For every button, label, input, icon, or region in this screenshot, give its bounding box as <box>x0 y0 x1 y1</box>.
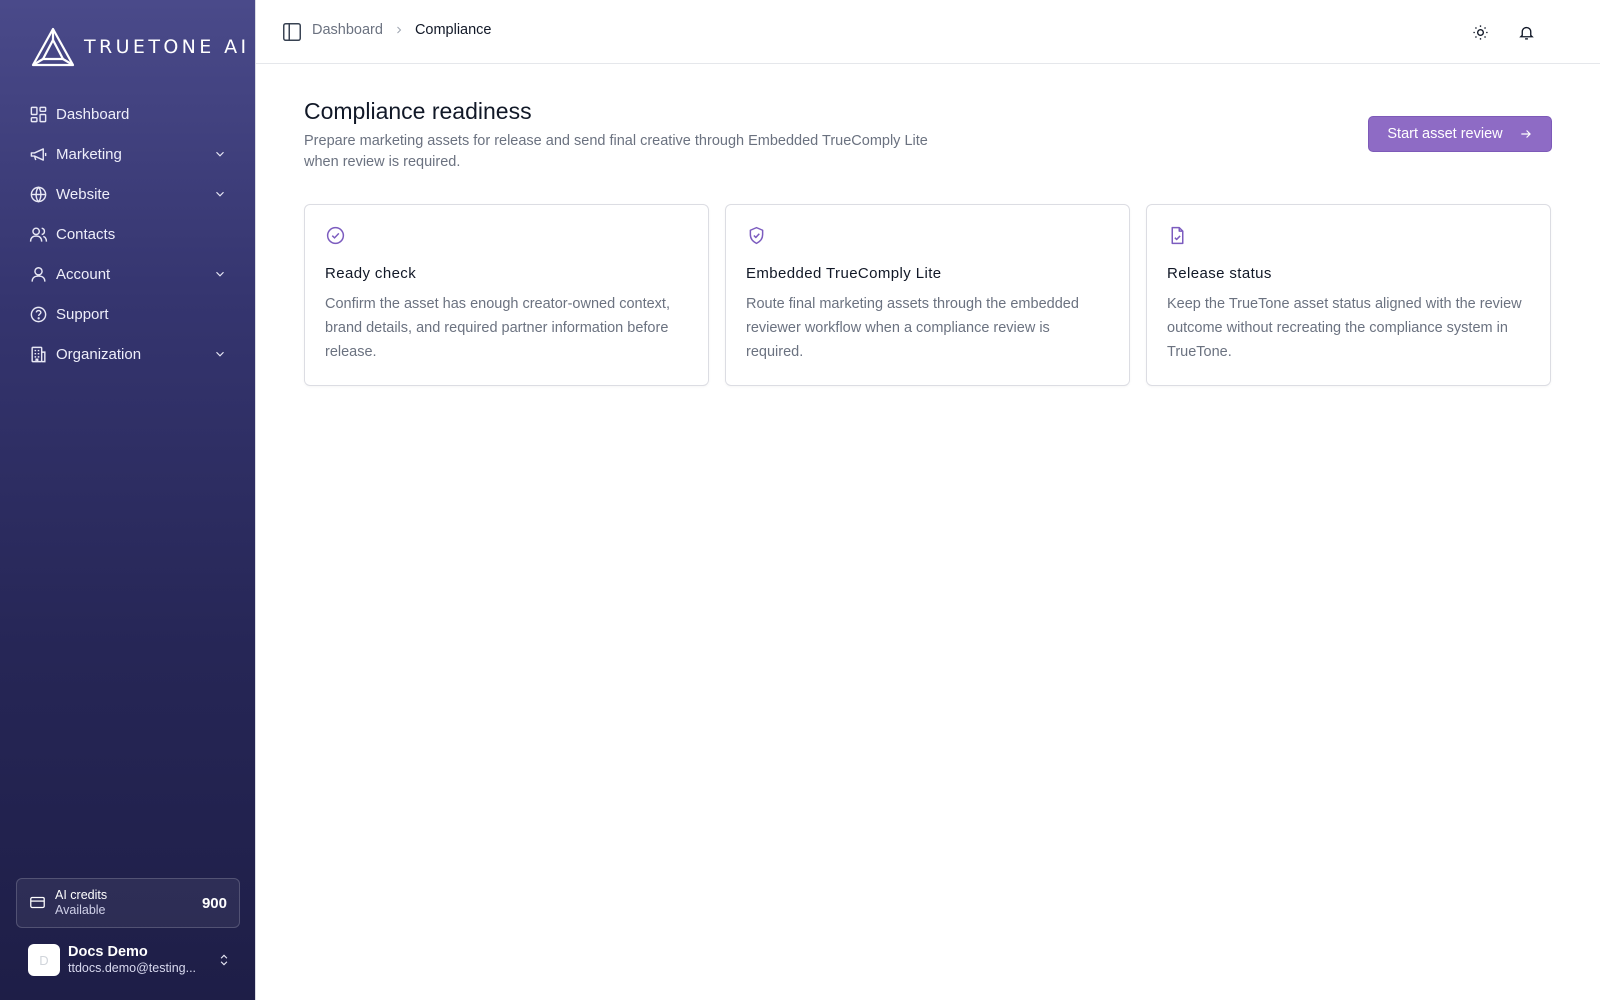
sidebar-item-contacts[interactable]: Contacts <box>16 214 240 254</box>
chevrons-up-down-icon[interactable] <box>216 953 232 967</box>
chevron-down-icon[interactable] <box>212 146 228 162</box>
card-ready-check: Ready check Confirm the asset has enough… <box>304 204 709 386</box>
notifications-bell-icon[interactable] <box>1514 20 1538 44</box>
avatar: D <box>28 944 60 976</box>
shield-check-icon <box>746 225 768 247</box>
help-circle-icon <box>28 304 48 324</box>
user-name: Docs Demo <box>68 944 148 960</box>
credit-card-icon <box>29 894 47 912</box>
breadcrumb-current: Compliance <box>414 22 492 38</box>
card-release-status: Release status Keep the TrueTone asset s… <box>1146 204 1551 386</box>
card-body: Keep the TrueTone asset status aligned w… <box>1167 296 1522 360</box>
card-embedded-truecomply-lite: Embedded TrueComply Lite Route final mar… <box>725 204 1130 386</box>
main-content: Compliance readiness Prepare marketing a… <box>304 98 1552 386</box>
chevron-down-icon[interactable] <box>212 266 228 282</box>
card-title: Ready check <box>325 265 417 282</box>
theme-toggle-sun-icon[interactable] <box>1468 20 1492 44</box>
credits-value: 900 <box>201 894 227 912</box>
breadcrumb: Dashboard Compliance <box>312 22 492 38</box>
users-icon <box>28 224 48 244</box>
page-description: Prepare marketing assets for release and… <box>304 133 928 170</box>
user-icon <box>28 264 48 284</box>
sidebar-nav: Dashboard Marketing Website Contacts Acc… <box>16 94 240 374</box>
start-asset-review-button[interactable]: Start asset review <box>1368 116 1552 152</box>
credits-title: AI credits <box>55 888 108 902</box>
megaphone-icon <box>28 144 48 164</box>
credits-subtitle: Available <box>55 903 106 917</box>
sidebar-item-label: Contacts <box>56 225 116 243</box>
card-title: Embedded TrueComply Lite <box>746 265 942 282</box>
breadcrumb-dashboard-link[interactable]: Dashboard <box>312 22 383 38</box>
dashboard-icon <box>28 104 48 124</box>
file-check-icon <box>1167 225 1189 247</box>
sidebar-toggle-icon[interactable] <box>281 21 303 43</box>
sidebar-item-website[interactable]: Website <box>16 174 240 214</box>
page-title: Compliance readiness <box>304 98 532 124</box>
arrow-right-icon <box>1519 127 1533 141</box>
card-body: Confirm the asset has enough creator-own… <box>325 296 670 360</box>
sidebar-item-label: Account <box>56 265 111 283</box>
brand-name: TRUETONE AI <box>84 36 250 58</box>
start-asset-review-label: Start asset review <box>1387 126 1503 142</box>
sidebar-item-support[interactable]: Support <box>16 294 240 334</box>
compliance-cards: Ready check Confirm the asset has enough… <box>304 204 1552 386</box>
user-menu[interactable]: D Docs Demo ttdocs.demo@testing... <box>28 942 232 978</box>
card-title: Release status <box>1167 265 1272 282</box>
sidebar-item-dashboard[interactable]: Dashboard <box>16 94 240 134</box>
sidebar-item-label: Organization <box>56 345 142 363</box>
sidebar-item-marketing[interactable]: Marketing <box>16 134 240 174</box>
chevron-down-icon[interactable] <box>212 346 228 362</box>
sidebar-item-label: Website <box>56 185 110 203</box>
sidebar-item-label: Support <box>56 305 109 323</box>
sidebar-item-account[interactable]: Account <box>16 254 240 294</box>
sidebar-item-organization[interactable]: Organization <box>16 334 240 374</box>
sidebar: TRUETONE AI Dashboard Marketing Website <box>0 0 256 1000</box>
sidebar-item-label: Dashboard <box>56 105 130 123</box>
card-body: Route final marketing assets through the… <box>746 296 1079 360</box>
globe-icon <box>28 184 48 204</box>
user-email: ttdocs.demo@testing... <box>68 961 197 975</box>
brand-logo[interactable]: TRUETONE AI <box>30 26 250 68</box>
chevron-right-icon <box>393 24 405 36</box>
ai-credits-panel[interactable]: AI credits Available 900 <box>16 878 240 928</box>
chevron-down-icon[interactable] <box>212 186 228 202</box>
building-icon <box>28 344 48 364</box>
truetone-logo-icon <box>31 27 75 67</box>
top-header: Dashboard Compliance <box>256 0 1600 64</box>
check-circle-icon <box>325 225 347 247</box>
sidebar-item-label: Marketing <box>56 145 122 163</box>
